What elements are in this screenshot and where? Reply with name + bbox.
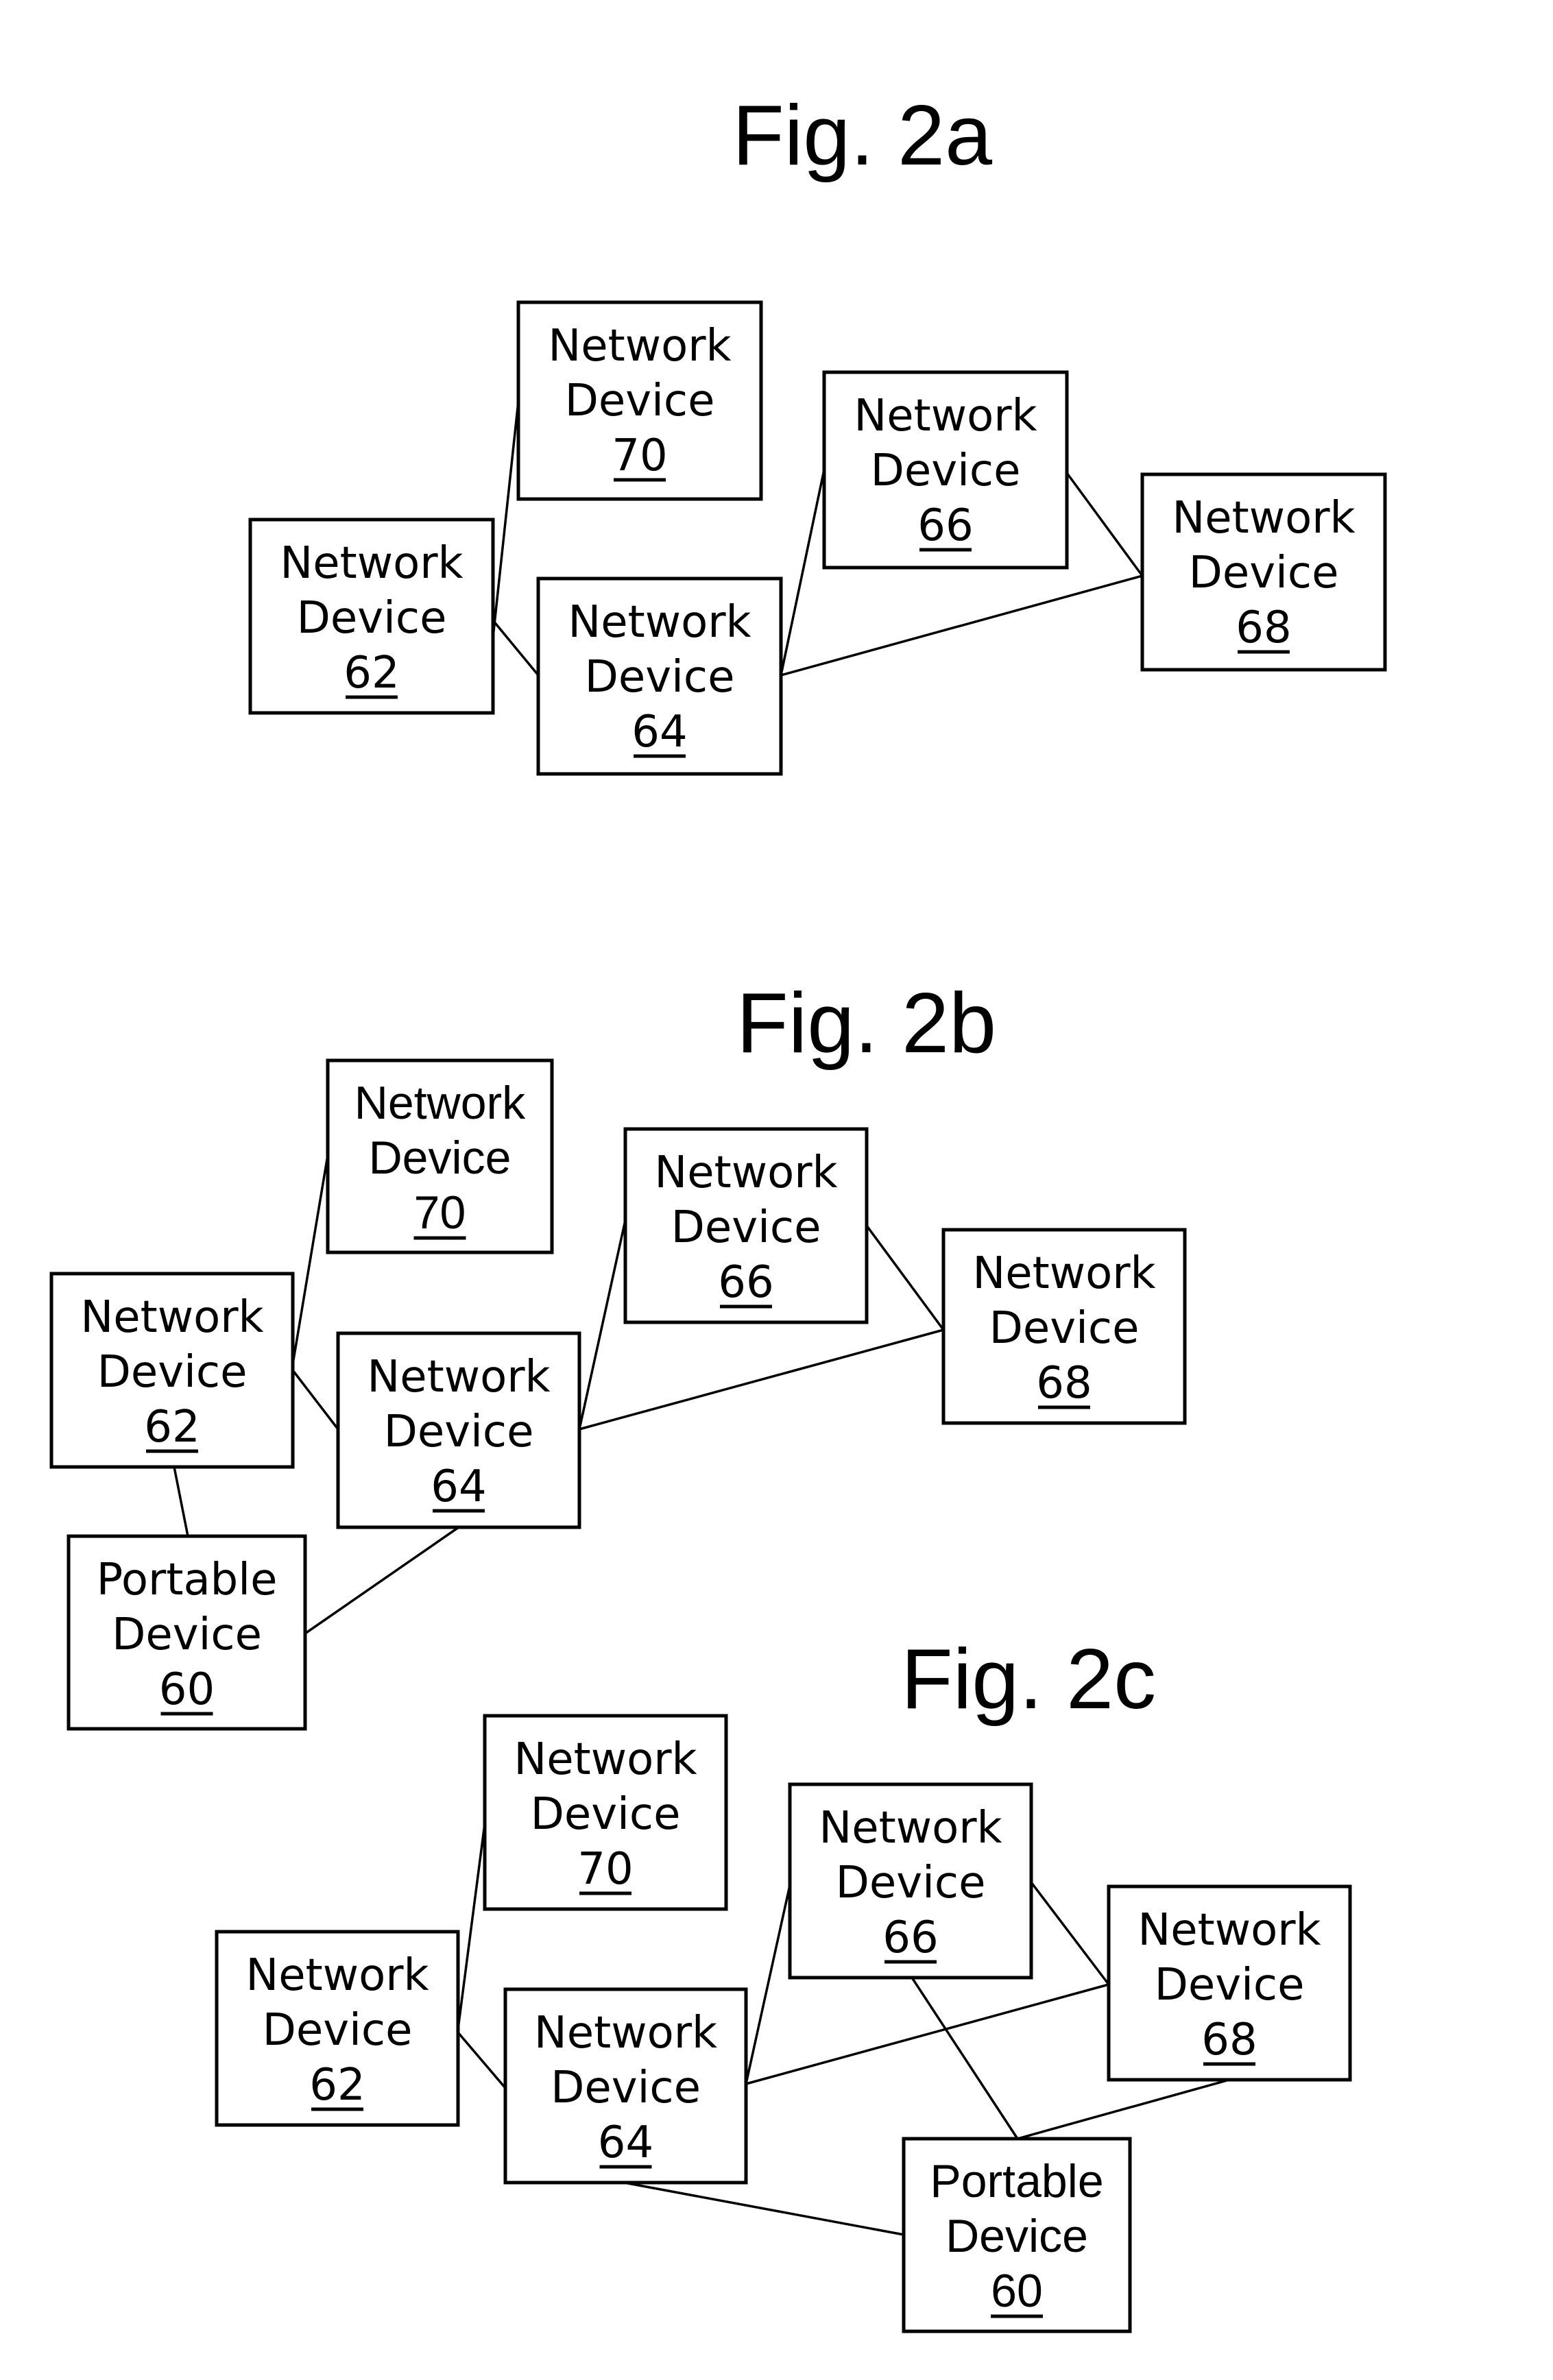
figure-title: Fig. 2a	[732, 88, 992, 183]
device-label-line1: Network	[654, 1148, 837, 1198]
device-label-line2: Device	[263, 2005, 413, 2056]
device-label-line1: Network	[819, 1803, 1002, 1854]
device-label-line1: Network	[354, 1077, 526, 1129]
connection-64-68	[780, 574, 1143, 677]
device-reference-number: 66	[917, 500, 973, 551]
device-reference-number: 60	[159, 1664, 215, 1715]
device-label-line1: Network	[514, 1734, 697, 1785]
device-label-line2: Device	[1155, 1960, 1305, 2011]
portable-device-60: PortableDevice60	[67, 1534, 307, 1731]
device-reference-number: 64	[631, 707, 687, 757]
device-label-line1: Network	[1172, 493, 1355, 544]
network-device-66: NetworkDevice66	[623, 1127, 869, 1324]
connection-62-64	[457, 2031, 507, 2089]
patent-figure-sheet: Fig. 2aNetworkDevice62NetworkDevice70Net…	[49, 88, 1387, 2333]
connection-68-60	[1017, 2078, 1230, 2140]
device-label-line2: Device	[551, 2063, 701, 2113]
device-label-line2: Device	[836, 1858, 986, 1908]
device-label-line1: Network	[367, 1352, 550, 1402]
device-reference-number: 68	[1236, 603, 1291, 653]
device-label-line1: Network	[1137, 1905, 1321, 1956]
connection-62-70	[457, 1823, 486, 2030]
device-label-line1: Network	[568, 597, 751, 648]
figure-title: Fig. 2b	[736, 976, 996, 1071]
network-device-68: NetworkDevice68	[941, 1228, 1187, 1425]
network-device-66: NetworkDevice66	[822, 370, 1069, 570]
connection-62-64	[291, 1369, 339, 1431]
connection-64-66	[578, 1219, 627, 1430]
connection-66-60	[911, 1977, 1019, 2139]
network-device-62: NetworkDevice62	[248, 518, 495, 715]
device-label-line1: Network	[245, 1950, 429, 2001]
device-label-line2: Device	[989, 1303, 1140, 1354]
connection-62-64	[492, 619, 540, 677]
device-reference-number: 70	[612, 430, 667, 481]
figure-2b: Fig. 2bNetworkDevice70NetworkDevice66 Net…	[49, 976, 1187, 1731]
figure-title: Fig. 2c	[901, 1632, 1156, 1727]
network-device-62: NetworkDevice62	[215, 1930, 460, 2127]
connection-66-68	[1066, 472, 1144, 577]
device-label-line2: Device	[946, 2210, 1088, 2262]
device-reference-number: 64	[431, 1461, 486, 1512]
device-label-line1: Network	[972, 1248, 1155, 1299]
network-device-70: NetworkDevice70	[483, 1714, 728, 1911]
device-label-line1: Network	[854, 391, 1037, 441]
connection-64-66	[745, 1884, 791, 2085]
network-device-66: NetworkDevice66	[788, 1782, 1033, 1980]
connection-64-60	[304, 1526, 459, 1635]
device-label-line1: Network	[534, 2008, 717, 2059]
network-device-68: NetworkDevice68	[1107, 1884, 1352, 2082]
connection-62-70	[492, 400, 520, 638]
network-device-64: NetworkDevice64	[503, 1987, 748, 2185]
device-reference-number: 62	[344, 648, 399, 699]
device-reference-number: 70	[414, 1187, 466, 1239]
network-device-68: NetworkDevice68	[1140, 472, 1387, 672]
connection-64-60	[623, 2181, 904, 2236]
device-reference-number: 60	[991, 2265, 1043, 2317]
connection-62-70	[291, 1154, 329, 1365]
network-device-64: NetworkDevice64	[536, 576, 783, 776]
device-reference-number: 66	[718, 1257, 773, 1308]
connection-62-60	[173, 1466, 189, 1537]
device-label-line2: Device	[112, 1610, 262, 1660]
portable-device-60: PortableDevice60	[902, 2137, 1132, 2333]
device-label-line2: Device	[871, 446, 1021, 496]
device-label-line2: Device	[297, 593, 447, 644]
connection-64-66	[780, 469, 826, 676]
device-reference-number: 62	[309, 2060, 365, 2111]
network-device-62: NetworkDevice62	[49, 1272, 295, 1469]
device-label-line2: Device	[97, 1347, 248, 1398]
connection-66-68	[1030, 1881, 1110, 1986]
device-reference-number: 68	[1036, 1358, 1092, 1409]
device-reference-number: 70	[577, 1844, 633, 1895]
device-label-line1: Network	[280, 538, 463, 589]
device-reference-number: 68	[1201, 2015, 1257, 2065]
connection-64-68	[579, 1328, 944, 1431]
device-label-line2: Device	[1189, 548, 1339, 598]
device-reference-number: 66	[882, 1912, 938, 1963]
device-label-line2: Device	[585, 652, 735, 703]
device-label-line2: Device	[671, 1202, 821, 1253]
device-label-line1: Portable	[930, 2155, 1103, 2207]
device-label-line2: Device	[384, 1407, 534, 1457]
figure-2c: Fig. 2cNetworkDevice70NetworkDevice62Net…	[215, 1632, 1352, 2333]
device-label-line2: Device	[565, 376, 715, 426]
device-reference-number: 62	[144, 1402, 200, 1453]
network-device-70: NetworkDevice70	[326, 1058, 554, 1254]
device-reference-number: 64	[598, 2117, 653, 2168]
network-device-64: NetworkDevice64	[336, 1331, 581, 1529]
figure-2a: Fig. 2aNetworkDevice62NetworkDevice70Net…	[248, 88, 1387, 776]
device-label-line1: Portable	[97, 1555, 278, 1605]
device-label-line2: Device	[369, 1132, 511, 1184]
network-device-70: NetworkDevice70	[516, 300, 763, 501]
connection-66-68	[865, 1224, 945, 1331]
device-label-line1: Network	[80, 1292, 263, 1343]
device-label-line2: Device	[531, 1789, 681, 1840]
device-label-line1: Network	[548, 321, 731, 372]
